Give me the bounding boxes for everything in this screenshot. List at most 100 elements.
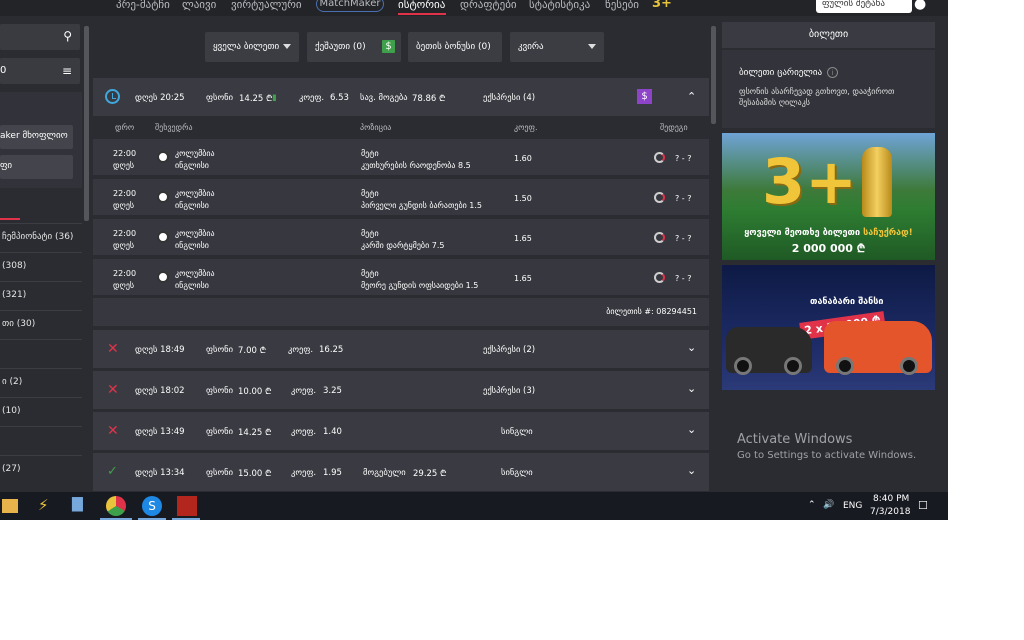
selection-day: დღეს: [113, 241, 135, 250]
chevron-down-icon[interactable]: ⌄: [687, 464, 696, 477]
away-team: ინგლისი: [175, 241, 209, 250]
history-odds: 16.25: [319, 345, 344, 355]
history-stake: 10.00 ₾: [238, 387, 272, 397]
open-ticket-header[interactable]: დღეს 20:25 ფსონი 14.25 ₾ ▮ კოეფ. 6.53 სა…: [93, 78, 709, 116]
selection-name: პირველი გუნდის ბარათები 1.5: [361, 201, 482, 210]
sidebar-matchmaker-button[interactable]: aker მხოფლიო: [0, 125, 73, 149]
sidebar-filter[interactable]: 0 ≡: [0, 58, 80, 84]
sidebar-item[interactable]: ჩემპიონატი (36): [0, 223, 82, 252]
left-sidebar: ⚲ 0 ≡ aker მხოფლიო ფი ჩემპიონატი (36) (3…: [0, 16, 82, 488]
history-time: დღეს 13:34: [135, 468, 185, 478]
nav-active-indicator: [398, 13, 446, 15]
sidebar-item[interactable]: (10): [0, 397, 82, 426]
laptop-app-icon[interactable]: ▇: [72, 496, 92, 516]
period-dropdown[interactable]: კვირა: [510, 32, 604, 62]
home-team: კოლუმბია: [175, 269, 215, 278]
selection-odd: 1.65: [514, 274, 532, 283]
main-scrollbar[interactable]: [711, 26, 716, 124]
chevron-down-icon[interactable]: ⌄: [687, 423, 696, 436]
history-stake-label: ფსონი: [206, 468, 233, 478]
sidebar-item[interactable]: (321): [0, 281, 82, 310]
betslip-empty-title: ბილეთი ცარიელია: [739, 68, 823, 78]
cashout-dollar-icon[interactable]: $: [637, 89, 652, 104]
cashout-filter[interactable]: ქეშაუთი (0) $: [307, 32, 401, 62]
nav-live[interactable]: ლაივი: [182, 0, 216, 11]
chevron-up-icon[interactable]: ⌃: [687, 90, 696, 103]
pending-icon: [654, 192, 665, 203]
selection-row: 22:00 დღეს კოლუმბია ინგლისი მეტი პირველი გუ…: [93, 179, 709, 217]
sidebar-quick-panel: aker მხოფლიო ფი: [0, 92, 82, 188]
history-row[interactable]: ✕ დღეს 18:49 ფსონი 7.00 ₾ კოეფ. 16.25 ექ…: [93, 330, 709, 368]
history-row[interactable]: ✕ დღეს 18:02 ფსონი 10.00 ₾ კოეფ. 3.25 ექ…: [93, 371, 709, 409]
promo-banner-cars[interactable]: თანაბარი შანსი 2 x 10 000 ₾: [722, 265, 935, 390]
ticket-odds-label: კოეფ.: [299, 93, 325, 103]
sidebar-tab-indicator: [0, 218, 20, 220]
sidebar-item[interactable]: ი (2): [0, 368, 82, 397]
ticket-potential: 78.86 ₾: [412, 94, 446, 104]
notifications-icon[interactable]: ☐: [918, 499, 928, 512]
nav-rules[interactable]: წესები: [605, 0, 639, 11]
selection-row: 22:00 დღეს კოლუმბია ინგლისი მეტი კუთხურების…: [93, 139, 709, 177]
chevron-down-icon[interactable]: ⌄: [687, 341, 696, 354]
history-stake: 7.00 ₾: [238, 346, 267, 356]
promo-3plus-icon[interactable]: 3+: [652, 0, 672, 11]
sidebar-scrollbar[interactable]: [84, 26, 89, 221]
betslip-empty-text: ფსონის ასარჩევად გთხოვთ, დააჭიროთ შესაბა…: [739, 87, 895, 107]
tray-chevron-up-icon[interactable]: ⌃: [808, 500, 816, 510]
sidebar-filter-value: 0: [0, 65, 7, 76]
banner-3plus: 3+: [762, 145, 858, 218]
bonus-filter[interactable]: ბეთის ბონუსი (0): [408, 32, 502, 62]
deposit-button[interactable]: ფულის შეტანა: [816, 0, 912, 13]
pinned-app-icon[interactable]: ⚡: [38, 496, 58, 516]
promo-banner-worldcup[interactable]: 3+ ყოველი მეოთხე ბილეთი საჩუქრად! 2 000 …: [722, 133, 935, 260]
nav-statistics[interactable]: სტატისტიკა: [529, 0, 590, 11]
history-row[interactable]: ✓ დღეს 13:34 ფსონი 15.00 ₾ კოეფ. 1.95 მო…: [93, 453, 709, 491]
user-icon[interactable]: ●: [914, 0, 926, 12]
sidebar-item[interactable]: [0, 339, 82, 368]
sliders-icon[interactable]: ≡: [62, 64, 72, 78]
home-team: კოლუმბია: [175, 149, 215, 158]
sidebar-item[interactable]: თი (30): [0, 310, 82, 339]
nav-history[interactable]: ისტორია: [398, 0, 445, 11]
chrome-icon[interactable]: [106, 496, 126, 516]
cashout-label: ქეშაუთი (0): [315, 42, 366, 52]
trophy-icon: [862, 147, 892, 217]
windows-activation-text: Go to Settings to activate Windows.: [737, 450, 917, 461]
clock-date[interactable]: 7/3/2018: [870, 507, 910, 517]
history-odds-label: კოეფ.: [291, 468, 317, 478]
history-odds: 1.95: [323, 468, 342, 478]
nav-matchmaker[interactable]: MatchMaker: [316, 0, 384, 12]
info-icon[interactable]: i: [827, 67, 838, 78]
history-odds-label: კოეფ.: [291, 427, 317, 437]
football-icon: [157, 271, 169, 283]
nav-virtual[interactable]: ვირტუალური: [231, 0, 302, 11]
sidebar-secondary-button[interactable]: ფი: [0, 155, 73, 179]
chevron-down-icon[interactable]: ⌄: [687, 382, 696, 395]
history-stake-label: ფსონი: [206, 427, 233, 437]
nav-drafts[interactable]: დრაფტები: [460, 0, 517, 11]
col-position: პოზიცია: [360, 123, 392, 132]
selection-name: კუთხურების რაოდენობა 8.5: [361, 161, 471, 170]
car-image: [726, 327, 812, 375]
skype-icon[interactable]: S: [142, 496, 162, 516]
dota-icon[interactable]: [177, 496, 197, 516]
selection-odd: 1.50: [514, 194, 532, 203]
dota-active-indicator: [172, 518, 200, 520]
windows-taskbar: ⚡ ▇ S ⌃ 🔊 ENG 8:40 PM 7/3/2018 ☐: [0, 492, 948, 520]
sidebar-item[interactable]: [0, 426, 82, 455]
history-type: სინგლი: [501, 427, 533, 437]
clock-time[interactable]: 8:40 PM: [873, 494, 909, 504]
volume-icon[interactable]: 🔊: [823, 500, 834, 510]
nav-prematch[interactable]: პრე-მატჩი: [116, 0, 170, 11]
file-explorer-icon[interactable]: [2, 499, 18, 513]
sidebar-item[interactable]: (27): [0, 455, 82, 484]
history-type: ექსპრესი (3): [483, 386, 536, 396]
language-indicator[interactable]: ENG: [843, 501, 862, 511]
all-tickets-dropdown[interactable]: ყველა ბილეთი: [205, 32, 299, 62]
sidebar-item[interactable]: (308): [0, 252, 82, 281]
history-stake: 14.25 ₾: [238, 428, 272, 438]
history-row[interactable]: ✕ დღეს 13:49 ფსონი 14.25 ₾ კოეფ. 1.40 სი…: [93, 412, 709, 450]
history-type: ექსპრესი (2): [483, 345, 536, 355]
won-check-icon: ✓: [107, 464, 118, 479]
sidebar-search[interactable]: ⚲: [0, 24, 80, 50]
